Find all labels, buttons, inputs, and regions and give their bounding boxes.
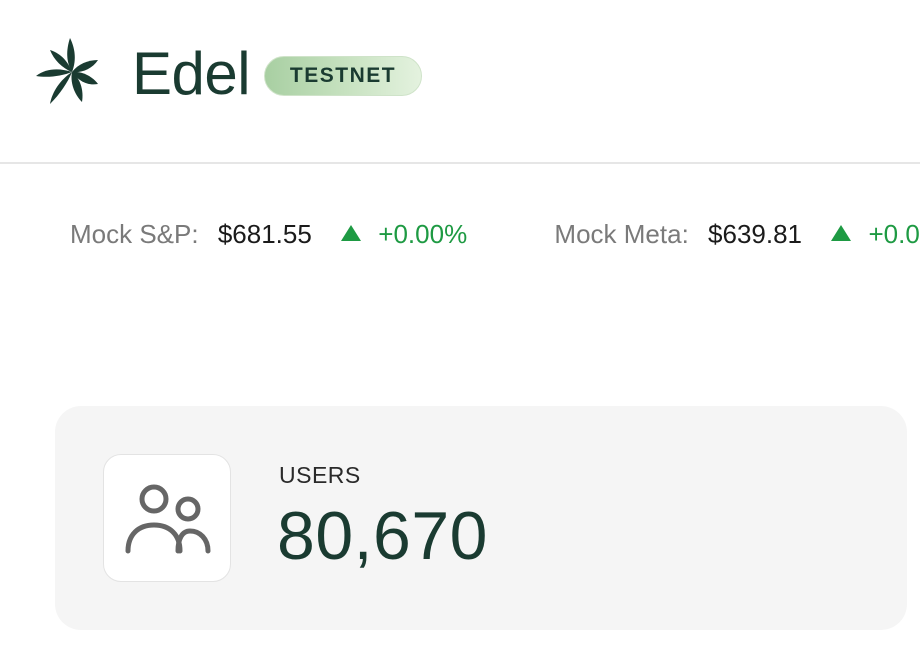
- brand-name: Edel: [132, 40, 251, 107]
- users-stat-card: USERS 80,670: [55, 406, 907, 630]
- ticker-label: Mock Meta:: [554, 219, 689, 249]
- ticker-label: Mock S&P:: [70, 219, 199, 249]
- leaf-burst-icon: [36, 38, 98, 104]
- ticker-price: $639.81: [708, 219, 803, 249]
- up-arrow-icon: [341, 225, 362, 241]
- app-header: Edel TESTNET: [0, 0, 920, 164]
- stat-icon-box: [103, 454, 231, 582]
- ticker-item-mock-meta: Mock Meta: $639.81 +0.00%: [554, 214, 920, 254]
- network-badge: TESTNET: [264, 56, 422, 96]
- up-arrow-icon: [831, 225, 852, 241]
- ticker-row: Mock S&P: $681.55 +0.00% Mock Meta: $639…: [70, 214, 920, 254]
- ticker-change: +0.00%: [868, 219, 920, 249]
- stat-value: 80,670: [277, 498, 488, 574]
- ticker-change: +0.00%: [378, 219, 468, 249]
- price-ticker: Mock S&P: $681.55 +0.00% Mock Meta: $639…: [0, 200, 920, 270]
- ticker-item-mock-sp: Mock S&P: $681.55 +0.00%: [70, 214, 467, 254]
- ticker-price: $681.55: [217, 219, 312, 249]
- users-icon: [125, 484, 211, 554]
- brand[interactable]: Edel TESTNET: [28, 34, 422, 114]
- stat-label: USERS: [279, 462, 361, 488]
